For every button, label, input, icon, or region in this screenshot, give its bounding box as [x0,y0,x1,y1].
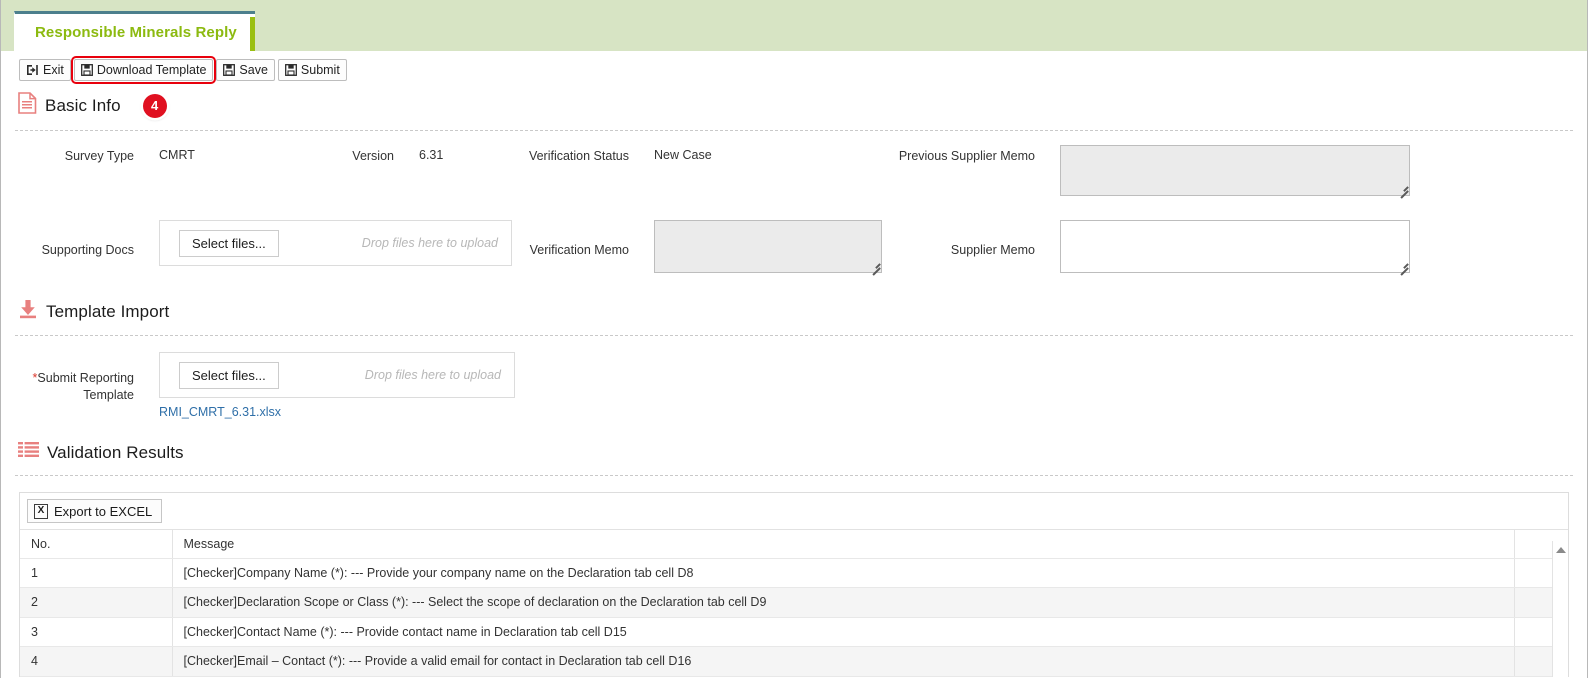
save-button[interactable]: Save [216,59,275,81]
tab-responsible-minerals-reply[interactable]: Responsible Minerals Reply [14,11,255,51]
basic-info-title: Basic Info [45,95,121,115]
template-import-form: *Submit Reporting Template Select files.… [1,336,1587,429]
supplier-memo-textarea[interactable] [1060,220,1410,273]
basic-info-row-1: Survey Type CMRT Version 6.31 Verificati… [1,145,1587,199]
cell-message: [Checker]Declaration Scope or Class (*):… [172,587,1515,618]
survey-type-value: CMRT [159,148,195,162]
supplier-memo-wrap [1060,220,1410,276]
previous-supplier-memo-textarea[interactable] [1060,145,1410,196]
app-window: Responsible Minerals Reply Exit Download… [0,0,1588,678]
submit-label: Submit [300,62,340,77]
action-toolbar: Exit Download Template Save Submit [1,51,1587,88]
save-icon [223,64,236,76]
save-label: Save [239,62,268,77]
supporting-docs-cell: Select files... Drop files here to uploa… [134,220,512,266]
validation-results-header: Validation Results [1,437,1587,468]
supporting-docs-label: Supporting Docs [41,243,134,257]
supplier-memo-label: Supplier Memo [950,243,1035,257]
submit-reporting-template-label-line2: Template [83,387,134,402]
column-header-no[interactable]: No. [20,530,173,559]
version-label: Version [352,149,394,163]
submit-button[interactable]: Submit [277,59,347,81]
basic-info-header: Basic Info 4 [1,88,1587,123]
previous-supplier-memo-label: Previous Supplier Memo [898,149,1035,163]
column-header-message[interactable]: Message [172,530,1515,559]
cell-message: [Checker]Email – Contact (*): --- Provid… [172,646,1515,677]
submit-reporting-template-label-line1: Submit Reporting [37,371,134,385]
tab-label: Responsible Minerals Reply [35,24,237,41]
table-row[interactable]: 3 [Checker]Contact Name (*): --- Provide… [20,617,1568,647]
export-to-excel-button[interactable]: X Export to EXCEL [27,499,163,523]
list-icon [18,441,39,464]
validation-results-panel: X Export to EXCEL No. Message 1 [Checker… [19,492,1569,677]
template-import-row: *Submit Reporting Template Select files.… [1,352,1587,421]
survey-type-label: Survey Type [64,149,134,163]
previous-supplier-memo-cell [1035,145,1410,199]
basic-info-form: Survey Type CMRT Version 6.31 Verificati… [1,131,1587,281]
validation-table-toolbar: X Export to EXCEL [20,493,1568,530]
tab-strip: Responsible Minerals Reply [1,0,1587,51]
validation-table-body: 1 [Checker]Company Name (*): --- Provide… [20,558,1568,677]
uploaded-file-link[interactable]: RMI_CMRT_6.31.xlsx [159,405,281,419]
cell-no: 1 [20,558,173,588]
validation-table-head: No. Message [20,530,1568,559]
submit-reporting-template-dropzone[interactable]: Select files... Drop files here to uploa… [159,352,515,398]
validation-table-scrollbar[interactable] [1552,541,1568,677]
basic-info-row-2: Supporting Docs Select files... Drop fil… [1,220,1587,276]
previous-supplier-memo-wrap [1060,145,1410,199]
save-icon [284,64,297,76]
table-row[interactable]: 4 [Checker]Email – Contact (*): --- Prov… [20,646,1568,677]
supporting-docs-select-files-button[interactable]: Select files... [179,229,279,257]
cell-message: [Checker]Company Name (*): --- Provide y… [172,558,1515,588]
verification-memo-cell [629,220,889,276]
template-import-title: Template Import [46,301,170,321]
verification-memo-wrap [654,220,882,276]
tab-active-edge [249,17,255,51]
exit-button[interactable]: Exit [19,59,71,81]
cell-no: 3 [20,617,173,647]
exit-label: Exit [43,62,64,77]
supporting-docs-drop-hint: Drop files here to upload [361,236,498,250]
verification-status-label: Verification Status [528,149,629,163]
validation-results-table: No. Message 1 [Checker]Company Name (*):… [20,530,1568,677]
table-header-row: No. Message [20,530,1568,559]
cell-no: 2 [20,587,173,618]
table-row[interactable]: 1 [Checker]Company Name (*): --- Provide… [20,558,1568,588]
submit-reporting-template-cell: Select files... Drop files here to uploa… [134,352,515,421]
document-icon [18,92,37,119]
verification-status-value: New Case [654,148,712,162]
download-template-button[interactable]: Download Template [70,56,217,84]
supporting-docs-dropzone[interactable]: Select files... Drop files here to uploa… [159,220,512,266]
cell-no: 4 [20,646,173,677]
sign-out-icon [26,64,39,76]
template-drop-hint: Drop files here to upload [364,368,501,382]
submit-reporting-template-label: *Submit Reporting Template [1,352,134,404]
excel-icon: X [34,503,48,519]
step-badge-4: 4 [142,93,167,118]
export-to-excel-label: Export to EXCEL [54,503,153,519]
save-icon [80,64,93,76]
validation-results-divider [15,475,1573,476]
download-template-label: Download Template [96,62,207,77]
triangle-up-icon[interactable] [1556,547,1566,553]
table-row[interactable]: 2 [Checker]Declaration Scope or Class (*… [20,587,1568,618]
cell-message: [Checker]Contact Name (*): --- Provide c… [172,617,1515,647]
template-select-files-button[interactable]: Select files... [179,361,279,389]
download-icon [18,299,38,324]
template-import-header: Template Import [1,295,1587,328]
verification-memo-label: Verification Memo [529,243,629,257]
supplier-memo-cell [1035,220,1410,276]
validation-results-title: Validation Results [47,442,184,462]
verification-memo-textarea[interactable] [654,220,882,273]
version-value: 6.31 [419,148,444,162]
